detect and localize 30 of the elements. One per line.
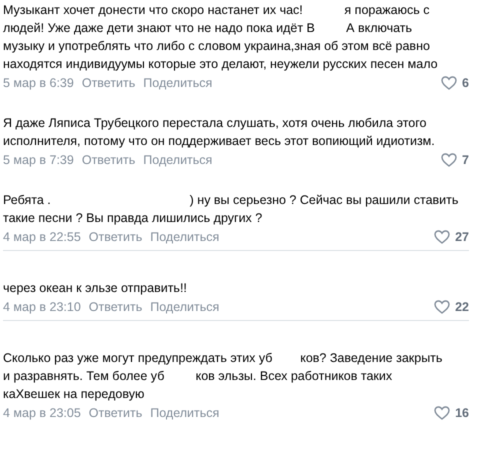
reply-link[interactable]: Ответить: [88, 230, 142, 244]
comment-text: через океан к эльзе отправить!!: [3, 280, 188, 297]
share-link[interactable]: Поделиться: [143, 76, 212, 90]
comment-text: Ребята . ) ну вы серьезно ? Сейчас вы рашили ставить такие песни ? Вы правда лишились других ?: [3, 192, 460, 227]
share-link[interactable]: Поделиться: [150, 406, 220, 420]
reply-link[interactable]: Ответить: [82, 153, 136, 167]
comment-date: 4 мар в 22:55: [3, 230, 81, 244]
heart-icon[interactable]: [441, 153, 458, 167]
comment-date: 5 мар в 7:39: [3, 153, 74, 167]
comment-date: 4 мар в 23:10: [3, 300, 81, 314]
like-count: 27: [455, 230, 469, 244]
heart-icon[interactable]: [434, 230, 450, 244]
comment-text: Я даже Ляписа Трубецкого перестала слушать, хотя очень любила этого исполнителя, потому что он поддерживает весь этот вопиющий идиотизм.: [3, 115, 436, 150]
like-count: 7: [462, 153, 469, 167]
like-count: 16: [455, 406, 469, 420]
heart-icon[interactable]: [434, 406, 450, 420]
heart-icon[interactable]: [441, 76, 458, 90]
like-count: 22: [455, 300, 469, 314]
share-link[interactable]: Поделиться: [150, 300, 220, 314]
heart-icon[interactable]: [434, 300, 450, 314]
share-link[interactable]: Поделиться: [150, 230, 220, 244]
reply-link[interactable]: Ответить: [88, 300, 142, 314]
like-count: 6: [462, 76, 469, 90]
reply-link[interactable]: Ответить: [82, 76, 136, 90]
comment-text: Сколько раз уже могут предупреждать этих уб ков? Заведение закрыть и разравнять. Тем более уб ков эльзы. Всех работников таких каХвешек на передовую: [3, 350, 444, 403]
comment-date: 4 мар в 23:05: [3, 406, 81, 420]
reply-link[interactable]: Ответить: [88, 406, 142, 420]
share-link[interactable]: Поделиться: [143, 153, 212, 167]
comment-text: Музыкант хочет донести что скоро настанет их час! я поражаюсь с людей! Уже даже дети знают что не надо пока идёт В А включать музыку и употреблять что либо с словом украина,зная об этом всё равно находятся индивидуумы которые это делают, неужели русских песен мало: [3, 2, 439, 73]
comment-date: 5 мар в 6:39: [3, 76, 74, 90]
